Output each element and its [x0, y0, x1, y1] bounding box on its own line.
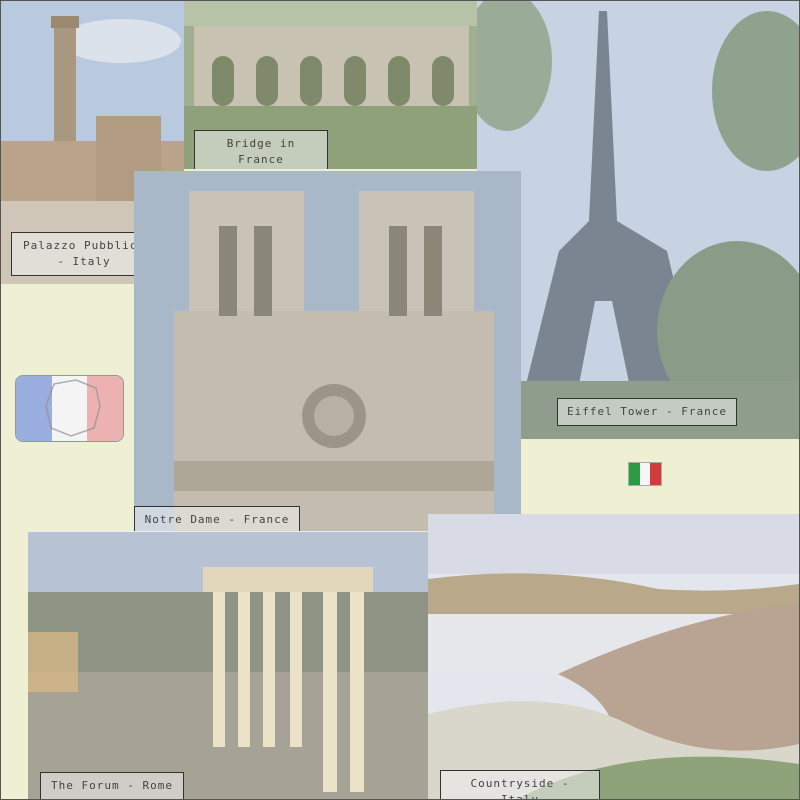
caption-eiffel-tower: Eiffel Tower - France [557, 398, 737, 426]
france-flag-graphic [16, 376, 123, 441]
caption-the-forum: The Forum - Rome [40, 772, 184, 799]
caption-notre-dame: Notre Dame - France [134, 506, 300, 531]
countryside-image [428, 514, 799, 799]
forum-image [28, 532, 428, 799]
photo-notre-dame[interactable]: Notre Dame - France [134, 171, 521, 531]
france-map-flag-icon[interactable] [15, 375, 124, 442]
photo-the-forum[interactable]: The Forum - Rome [28, 532, 428, 799]
italy-flag-icon[interactable] [628, 462, 662, 486]
eiffel-image [477, 1, 799, 439]
photo-collage: Palazzo Pubblico - Italy Bridge in Franc… [0, 0, 800, 800]
caption-countryside: Countryside - Italy [440, 770, 600, 799]
photo-eiffel-tower[interactable]: Eiffel Tower - France [477, 1, 799, 439]
photo-countryside[interactable]: Countryside - Italy [428, 514, 799, 799]
photo-bridge-in-france[interactable]: Bridge in France [184, 1, 477, 169]
caption-bridge-in-france: Bridge in France [194, 130, 328, 169]
notre-dame-image [134, 171, 521, 531]
italy-flag-graphic [629, 463, 661, 485]
